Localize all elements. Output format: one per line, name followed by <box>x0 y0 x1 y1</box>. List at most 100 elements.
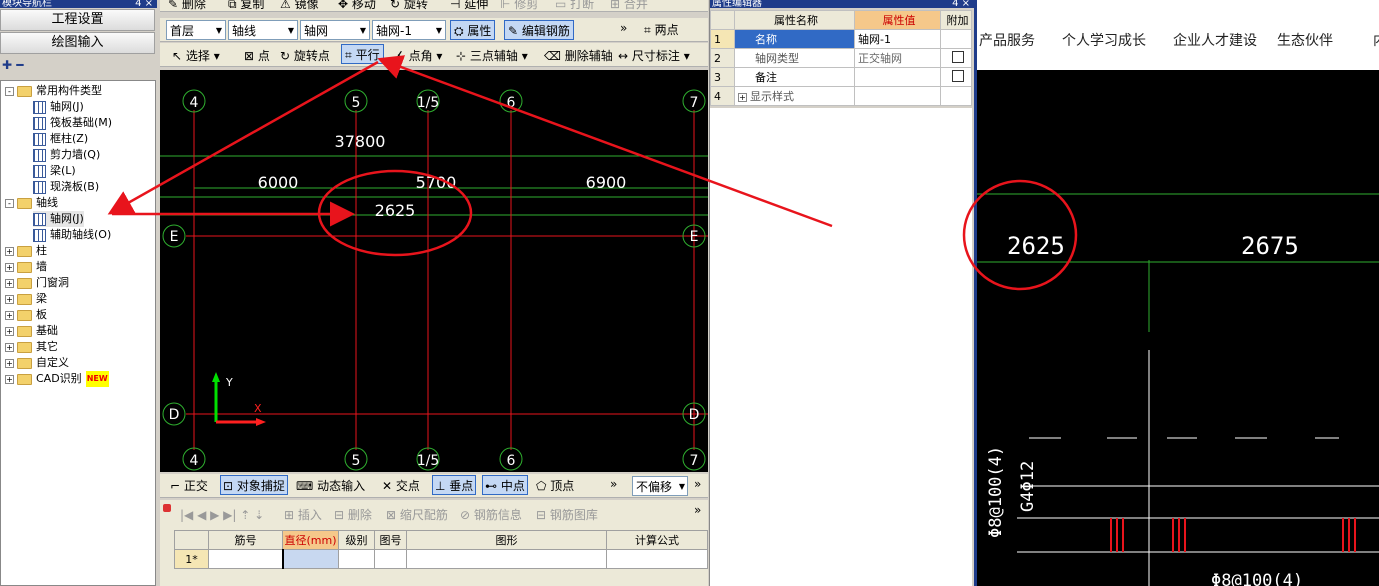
tree-folder[interactable]: + 板 <box>5 307 47 323</box>
tree-folder[interactable]: + 自定义 <box>5 355 69 371</box>
rebar-info-button[interactable]: ⊘ 钢筋信息 <box>460 505 522 525</box>
prop-name-cell[interactable]: 名称 <box>734 29 855 49</box>
mirror-button[interactable]: ⚠ 镜像 <box>280 0 319 11</box>
select-button[interactable]: ↖ 选择 ▾ <box>172 46 220 66</box>
tree-folder[interactable]: + 门窗洞 <box>5 275 69 291</box>
property-pin-close[interactable]: 4 × <box>952 0 970 8</box>
type-select[interactable]: 轴线 ▼ <box>228 20 298 40</box>
scale-rebar-button[interactable]: ⊠ 缩尺配筋 <box>386 505 448 525</box>
tree-expand-icon[interactable]: + <box>5 310 14 320</box>
rotate-point-button[interactable]: ↻ 旋转点 <box>280 46 330 66</box>
prop-value-cell[interactable]: 正交轴网 <box>854 48 941 68</box>
extra-checkbox[interactable] <box>951 50 964 63</box>
tree-expand-icon[interactable]: + <box>5 278 14 288</box>
rotate-button[interactable]: ↻ 旋转 <box>390 0 428 11</box>
dynamic-input-button[interactable]: ⌨ 动态输入 <box>296 476 365 496</box>
tree-item[interactable]: 轴网(J) <box>33 211 84 227</box>
tree-folder[interactable]: - 轴线 <box>5 195 58 211</box>
tree-item[interactable]: 梁(L) <box>33 163 76 179</box>
midpoint-snap-button[interactable]: ⊷ 中点 <box>482 475 528 495</box>
tree-expand-collapse-tools[interactable]: ✚ ━ <box>2 58 23 72</box>
properties-button[interactable]: ⛭ 属性 <box>450 20 496 40</box>
prop-name-cell[interactable]: + 显示样式 <box>734 86 855 106</box>
move-button[interactable]: ✥ 移动 <box>338 0 376 11</box>
trim-button[interactable]: ⊩ 修剪 <box>500 0 538 11</box>
perpendicular-snap-button[interactable]: ⊥ 垂点 <box>432 475 477 495</box>
prop-value-cell[interactable] <box>854 86 941 106</box>
prop-value-cell[interactable]: 轴网-1 <box>854 29 941 49</box>
break-button[interactable]: ▭ 打断 <box>555 0 594 11</box>
tree-folder[interactable]: + 墙 <box>5 259 47 275</box>
table-cell[interactable] <box>406 549 607 569</box>
two-point-button[interactable]: ⌗ 两点 <box>644 20 679 40</box>
table-cell[interactable] <box>281 549 339 569</box>
prop-value-cell[interactable] <box>854 67 941 87</box>
tree-folder[interactable]: + 其它 <box>5 339 58 355</box>
rebar-insert-button[interactable]: ⊞ 插入 <box>284 505 322 525</box>
subtype-select[interactable]: 轴网 ▼ <box>300 20 370 40</box>
nav-more[interactable]: 内 <box>1373 30 1379 50</box>
tree-expand-icon[interactable]: + <box>5 294 14 304</box>
point-angle-button[interactable]: ∡ 点角 ▾ <box>394 46 442 66</box>
expand-icon[interactable]: + <box>738 92 747 102</box>
tree-folder[interactable]: - 常用构件类型 <box>5 83 102 99</box>
tree-expand-icon[interactable]: + <box>5 262 14 272</box>
name-select[interactable]: 轴网-1 ▼ <box>372 20 446 40</box>
table-cell[interactable] <box>606 549 708 569</box>
table-cell[interactable] <box>208 549 283 569</box>
tree-expand-icon[interactable]: + <box>5 342 14 352</box>
tree-folder[interactable]: + 基础 <box>5 323 58 339</box>
project-settings-button[interactable]: 工程设置 <box>0 9 155 31</box>
tree-expand-icon[interactable]: + <box>5 358 14 368</box>
drawing-canvas[interactable]: 4 5 1/5 6 7 4 5 1/5 6 7 E E D D 37800 60… <box>160 70 708 472</box>
tree-expand-icon[interactable]: - <box>5 86 14 96</box>
tree-item[interactable]: 框柱(Z) <box>33 131 88 147</box>
table-cell[interactable] <box>338 549 375 569</box>
tree-item[interactable]: 轴网(J) <box>33 99 84 115</box>
tree-item[interactable]: 现浇板(B) <box>33 179 99 195</box>
intersection-snap-button[interactable]: ✕ 交点 <box>382 476 420 496</box>
tree-folder[interactable]: + 梁 <box>5 291 47 307</box>
tree-folder[interactable]: + 柱 <box>5 243 47 259</box>
object-snap-button[interactable]: ⊡ 对象捕捉 <box>220 475 288 495</box>
tree-item[interactable]: 辅助轴线(O) <box>33 227 111 243</box>
three-point-aux-button[interactable]: ⊹ 三点辅轴 ▾ <box>456 46 528 66</box>
table-cell[interactable] <box>374 549 407 569</box>
prop-name-cell[interactable]: 备注 <box>734 67 855 87</box>
navigator-pin-close[interactable]: 4 × <box>135 0 153 8</box>
copy-button[interactable]: ⧉ 复制 <box>228 0 264 11</box>
toolbar2-overflow[interactable]: » <box>620 18 627 38</box>
dimension-button[interactable]: ↔ 尺寸标注 ▾ <box>618 46 690 66</box>
nav-arrows[interactable]: |◀ ◀ ▶ ▶| ⇡ ⇣ <box>180 505 264 525</box>
tree-expand-icon[interactable]: + <box>5 326 14 336</box>
tree-item[interactable]: 筏板基础(M) <box>33 115 112 131</box>
extend-button[interactable]: ⊣ 延伸 <box>450 0 488 11</box>
nav-learning[interactable]: 个人学习成长 <box>1062 30 1146 50</box>
snapbar-overflow[interactable]: » <box>610 474 617 494</box>
drawing-input-button[interactable]: 绘图输入 <box>0 32 155 54</box>
delete-button[interactable]: ✎ 删除 <box>168 0 206 11</box>
floor-select[interactable]: 首层 ▼ <box>166 20 226 40</box>
rebar-delete-button[interactable]: ⊟ 删除 <box>334 505 372 525</box>
extra-checkbox[interactable] <box>951 69 964 82</box>
close-icon[interactable] <box>163 504 171 512</box>
tree-item[interactable]: 剪力墙(Q) <box>33 147 100 163</box>
tree-folder[interactable]: + CAD识别 NEW <box>5 371 109 387</box>
tree-expand-icon[interactable]: + <box>5 374 14 384</box>
nav-products[interactable]: 产品服务 <box>979 30 1035 50</box>
point-button[interactable]: ⊠ 点 <box>244 46 270 66</box>
delete-aux-button[interactable]: ⌫ 删除辅轴 <box>544 46 613 66</box>
rebar-library-button[interactable]: ⊟ 钢筋图库 <box>536 505 598 525</box>
parallel-button[interactable]: ⌗ 平行 <box>341 44 384 64</box>
vertex-snap-button[interactable]: ⬠ 顶点 <box>536 476 574 496</box>
prop-name-cell[interactable]: 轴网类型 <box>734 48 855 68</box>
nav-partners[interactable]: 生态伙伴 <box>1277 30 1333 50</box>
tree-expand-icon[interactable]: - <box>5 198 14 208</box>
merge-button[interactable]: ⊞ 合并 <box>610 0 648 11</box>
offset-select[interactable]: 不偏移 ▼ <box>632 476 688 496</box>
ortho-button[interactable]: ⌐ 正交 <box>170 476 208 496</box>
rebar-toolbar-overflow[interactable]: » <box>694 500 701 520</box>
edit-rebar-button[interactable]: ✎ 编辑钢筋 <box>504 20 574 40</box>
nav-enterprise[interactable]: 企业人才建设 <box>1173 30 1257 50</box>
tree-expand-icon[interactable]: + <box>5 246 14 256</box>
